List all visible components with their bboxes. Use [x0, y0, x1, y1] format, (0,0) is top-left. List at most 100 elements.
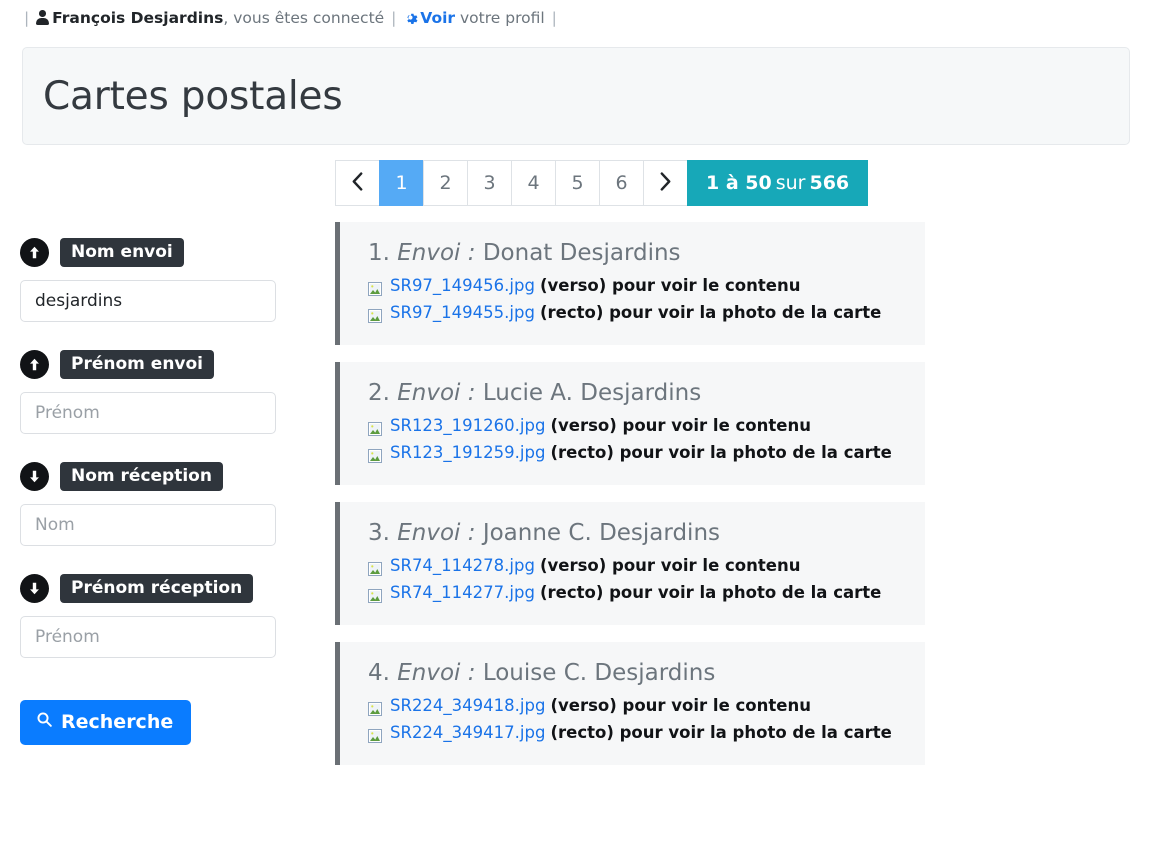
- file-link[interactable]: SR97_149456.jpg: [390, 274, 535, 298]
- file-link[interactable]: SR97_149455.jpg: [390, 301, 535, 325]
- prenom-reception-input[interactable]: [20, 616, 276, 658]
- search-filters-sidebar: Nom envoi Prénom envoi Nom réception: [0, 160, 300, 782]
- search-button[interactable]: Recherche: [20, 700, 192, 745]
- result-number: 4.: [368, 660, 390, 686]
- result-card: 4. Envoi : Louise C. Desjardins SR224_34…: [335, 642, 925, 765]
- separator: |: [24, 9, 30, 27]
- filter-header: Nom réception: [20, 462, 300, 491]
- gear-icon: [403, 10, 418, 30]
- result-sender-name: Louise C. Desjardins: [482, 660, 716, 686]
- result-card: 1. Envoi : Donat Desjardins SR97_149456.…: [335, 222, 925, 345]
- pagination-page-5[interactable]: 5: [555, 160, 599, 206]
- file-description: (recto) pour voir la photo de la carte: [539, 583, 882, 602]
- image-icon: [368, 699, 382, 716]
- result-sender-label: Envoi :: [397, 660, 476, 686]
- page-title: Cartes postales: [43, 73, 343, 119]
- result-sender-name: Joanne C. Desjardins: [482, 520, 721, 546]
- connected-text: , vous êtes connecté: [223, 9, 385, 27]
- chevron-left-icon: [351, 172, 364, 194]
- filter-label: Nom réception: [60, 462, 223, 491]
- result-title: 2. Envoi : Lucie A. Desjardins: [368, 380, 905, 406]
- result-file-line: SR123_191260.jpg (verso) pour voir le co…: [368, 414, 905, 438]
- file-link[interactable]: SR123_191260.jpg: [390, 414, 545, 438]
- nom-reception-input[interactable]: [20, 504, 276, 546]
- separator: |: [551, 9, 557, 27]
- user-status-bar: | François Desjardins, vous êtes connect…: [0, 0, 1152, 36]
- image-icon: [368, 306, 382, 323]
- pagination-page-6[interactable]: 6: [599, 160, 643, 206]
- result-file-line: SR224_349418.jpg (verso) pour voir le co…: [368, 694, 905, 718]
- nom-envoi-input[interactable]: [20, 280, 276, 322]
- page-header-banner: Cartes postales: [22, 47, 1130, 145]
- file-link[interactable]: SR123_191259.jpg: [390, 441, 545, 465]
- result-file-line: SR74_114278.jpg (verso) pour voir le con…: [368, 554, 905, 578]
- file-description: (recto) pour voir la photo de la carte: [550, 443, 892, 462]
- user-name: François Desjardins: [52, 9, 224, 27]
- filter-group-nom-envoi: Nom envoi: [20, 238, 300, 322]
- result-file-line: SR97_149456.jpg (verso) pour voir le con…: [368, 274, 905, 298]
- result-title: 4. Envoi : Louise C. Desjardins: [368, 660, 905, 686]
- image-icon: [368, 586, 382, 603]
- result-card: 3. Envoi : Joanne C. Desjardins SR74_114…: [335, 502, 925, 625]
- file-link[interactable]: SR74_114278.jpg: [390, 554, 535, 578]
- result-sender-label: Envoi :: [397, 380, 476, 406]
- image-icon: [368, 419, 382, 436]
- search-icon: [36, 711, 53, 733]
- arrow-down-circle-icon: [20, 574, 49, 603]
- pagination-page-4[interactable]: 4: [511, 160, 555, 206]
- image-icon: [368, 726, 382, 743]
- chevron-right-icon: [659, 172, 672, 194]
- result-file-line: SR97_149455.jpg (recto) pour voir la pho…: [368, 301, 905, 325]
- file-description: (recto) pour voir la photo de la carte: [539, 303, 882, 322]
- result-title: 3. Envoi : Joanne C. Desjardins: [368, 520, 905, 546]
- main-layout: Nom envoi Prénom envoi Nom réception: [0, 160, 1152, 782]
- arrow-up-circle-icon: [20, 238, 49, 267]
- filter-header: Nom envoi: [20, 238, 300, 267]
- file-description: (verso) pour voir le contenu: [550, 416, 811, 435]
- pagination-result-count: 1 à 50 sur 566: [687, 160, 869, 206]
- file-description: (verso) pour voir le contenu: [539, 276, 801, 295]
- result-sender-label: Envoi :: [397, 240, 476, 266]
- result-title: 1. Envoi : Donat Desjardins: [368, 240, 905, 266]
- result-number: 3.: [368, 520, 390, 546]
- result-middle-word: sur: [775, 172, 806, 194]
- file-description: (verso) pour voir le contenu: [539, 556, 801, 575]
- file-link[interactable]: SR224_349417.jpg: [390, 721, 545, 745]
- file-link[interactable]: SR224_349418.jpg: [390, 694, 545, 718]
- filter-label: Nom envoi: [60, 238, 184, 267]
- result-number: 2.: [368, 380, 390, 406]
- result-file-line: SR224_349417.jpg (recto) pour voir la ph…: [368, 721, 905, 745]
- file-link[interactable]: SR74_114277.jpg: [390, 581, 535, 605]
- profile-suffix-text: votre profil: [460, 9, 545, 27]
- filter-label: Prénom envoi: [60, 350, 215, 379]
- result-total: 566: [809, 172, 850, 194]
- results-content: 1 2 3 4 5 6 1 à 50 sur 566 1. Envoi : Dona…: [300, 160, 1152, 782]
- result-file-line: SR74_114277.jpg (recto) pour voir la pho…: [368, 581, 905, 605]
- result-sender-name: Donat Desjardins: [482, 240, 681, 266]
- pagination-next-button[interactable]: [643, 160, 687, 206]
- result-sender-label: Envoi :: [397, 520, 476, 546]
- filter-label: Prénom réception: [60, 574, 254, 603]
- search-button-label: Recherche: [61, 711, 174, 733]
- result-number: 1.: [368, 240, 390, 266]
- image-icon: [368, 559, 382, 576]
- filter-group-prenom-reception: Prénom réception: [20, 574, 300, 658]
- pagination-prev-button[interactable]: [335, 160, 379, 206]
- prenom-envoi-input[interactable]: [20, 392, 276, 434]
- filter-group-nom-reception: Nom réception: [20, 462, 300, 546]
- pagination-page-2[interactable]: 2: [423, 160, 467, 206]
- pagination: 1 2 3 4 5 6 1 à 50 sur 566: [335, 160, 1130, 206]
- arrow-down-circle-icon: [20, 462, 49, 491]
- filter-header: Prénom réception: [20, 574, 300, 603]
- result-file-line: SR123_191259.jpg (recto) pour voir la ph…: [368, 441, 905, 465]
- pagination-page-3[interactable]: 3: [467, 160, 511, 206]
- view-profile-link[interactable]: Voir: [420, 9, 455, 27]
- filter-group-prenom-envoi: Prénom envoi: [20, 350, 300, 434]
- image-icon: [368, 279, 382, 296]
- image-icon: [368, 446, 382, 463]
- person-icon: [36, 10, 50, 25]
- arrow-up-circle-icon: [20, 350, 49, 379]
- result-range: 1 à 50: [706, 172, 772, 194]
- filter-header: Prénom envoi: [20, 350, 300, 379]
- pagination-page-1[interactable]: 1: [379, 160, 423, 206]
